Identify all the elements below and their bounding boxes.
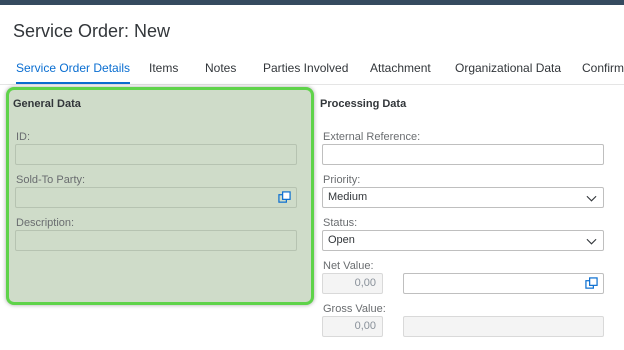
status-label: Status: <box>323 217 358 229</box>
priority-value: Medium <box>328 191 368 203</box>
tab-attachment[interactable]: Attachment <box>370 57 431 85</box>
tab-organizational-data[interactable]: Organizational Data <box>455 57 561 85</box>
external-reference-field[interactable] <box>322 144 604 165</box>
id-field[interactable] <box>15 144 297 165</box>
id-label: ID: <box>16 131 31 143</box>
net-value-currency-field[interactable] <box>403 273 604 294</box>
gross-value-amount: 0,00 <box>322 316 383 337</box>
processing-data-title: Processing Data <box>320 98 407 110</box>
chevron-down-icon[interactable] <box>586 236 597 247</box>
value-help-icon[interactable] <box>278 191 291 204</box>
value-help-icon[interactable] <box>585 277 598 290</box>
external-reference-label: External Reference: <box>323 131 421 143</box>
sold-to-party-label: Sold-To Party: <box>16 174 86 186</box>
gross-value-label: Gross Value: <box>323 303 386 315</box>
general-data-title: General Data <box>13 98 81 110</box>
status-select[interactable]: Open <box>322 230 604 251</box>
tab-confirmations[interactable]: Confirma <box>582 57 624 85</box>
tab-parties-involved[interactable]: Parties Involved <box>263 57 348 85</box>
gross-value-currency <box>403 316 604 337</box>
description-label: Description: <box>16 217 75 229</box>
status-value: Open <box>328 234 355 246</box>
object-page-header: Service Order: New Service Order Details… <box>0 5 624 85</box>
chevron-down-icon[interactable] <box>586 193 597 204</box>
tab-bar: Service Order Details Items Notes Partie… <box>0 57 624 85</box>
description-field[interactable] <box>15 230 297 251</box>
tab-notes[interactable]: Notes <box>205 57 236 85</box>
tab-items[interactable]: Items <box>149 57 178 85</box>
priority-label: Priority: <box>323 174 361 186</box>
page-title: Service Order: New <box>13 21 171 41</box>
priority-select[interactable]: Medium <box>322 187 604 208</box>
sold-to-party-field[interactable] <box>15 187 297 208</box>
net-value-label: Net Value: <box>323 260 374 272</box>
tab-service-order-details[interactable]: Service Order Details <box>16 57 131 85</box>
net-value-amount: 0,00 <box>322 273 383 294</box>
